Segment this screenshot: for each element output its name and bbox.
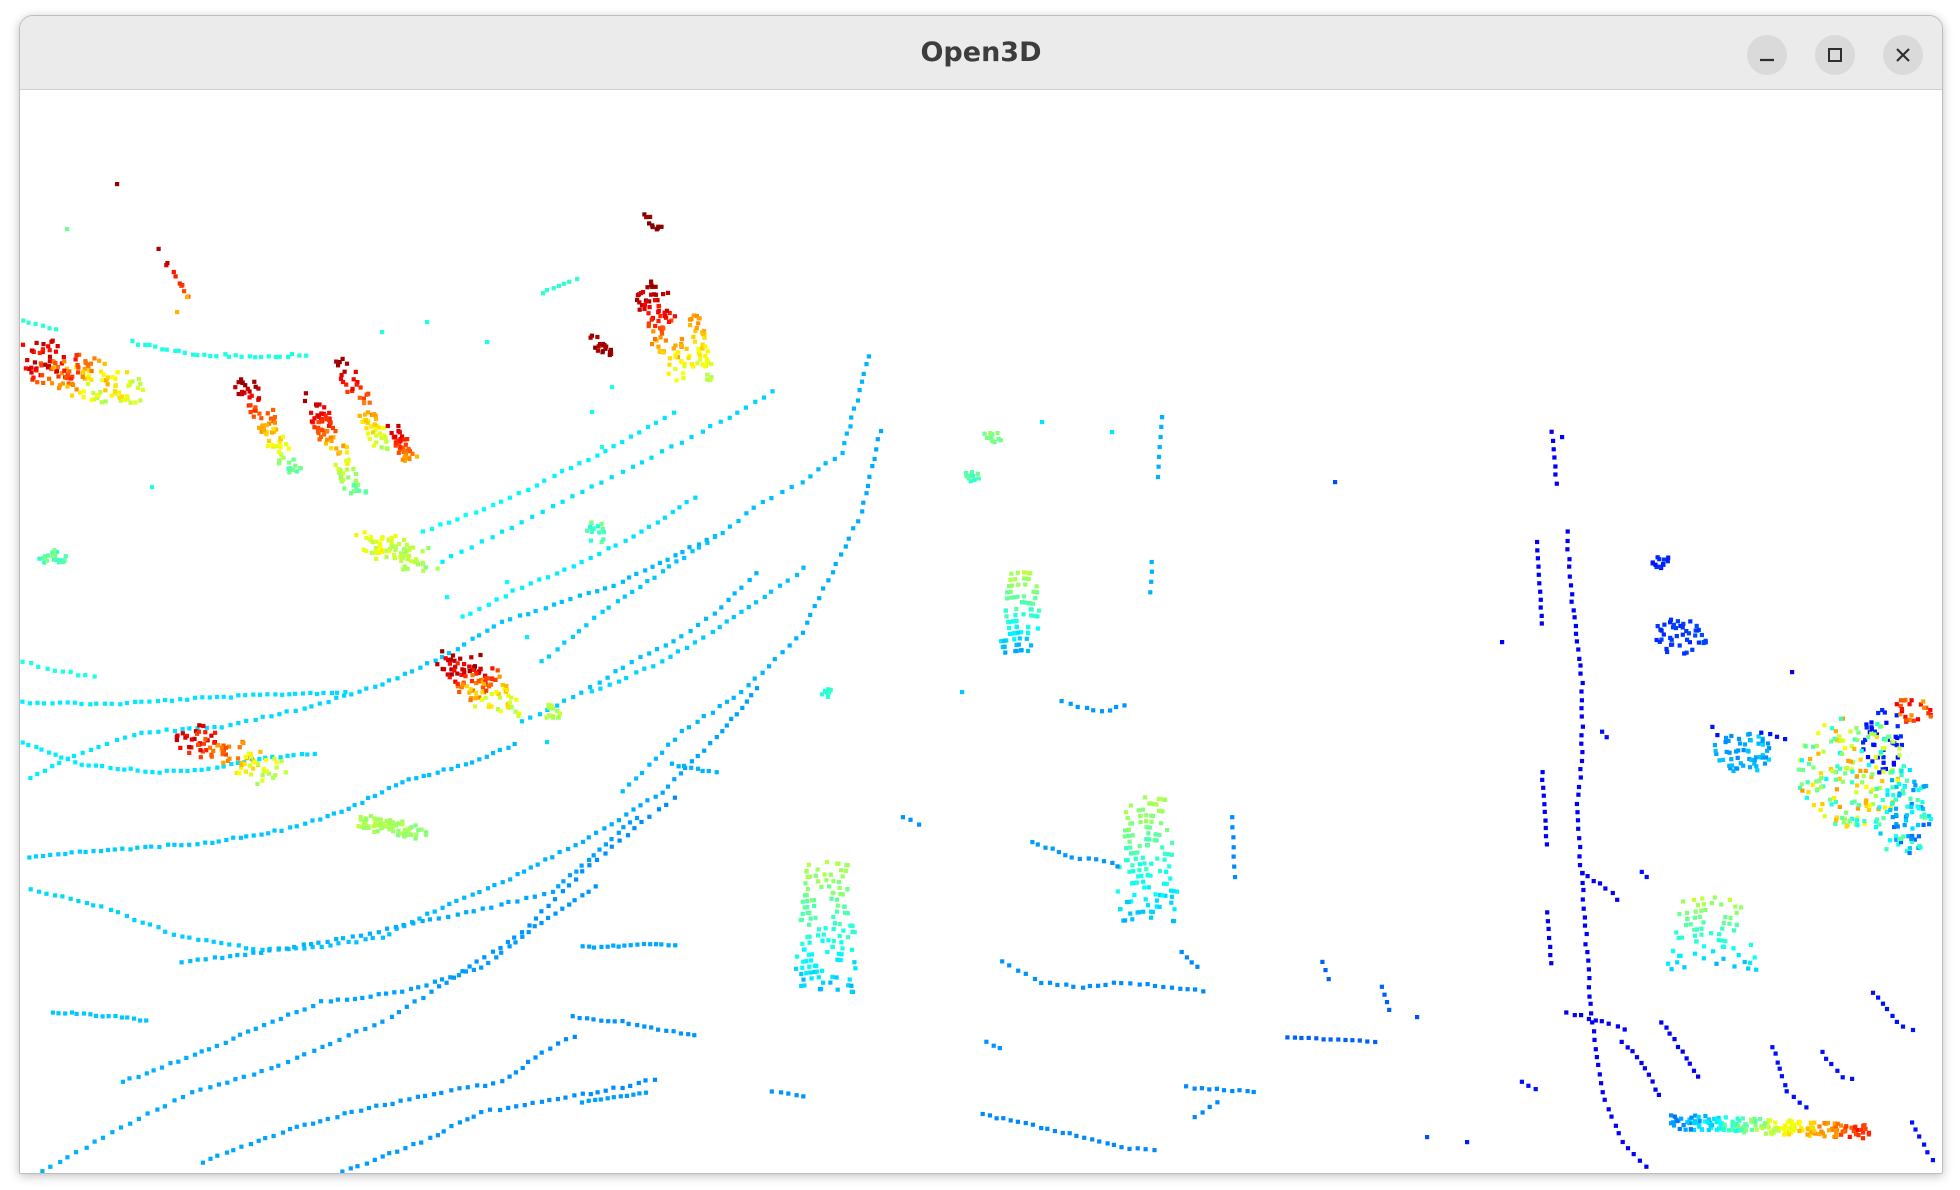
open3d-window: Open3D <box>19 15 1943 1174</box>
close-icon <box>1896 48 1910 62</box>
maximize-button[interactable] <box>1815 35 1855 75</box>
minimize-button[interactable] <box>1747 35 1787 75</box>
point-cloud-viewport[interactable] <box>20 90 1942 1173</box>
maximize-icon <box>1828 48 1842 62</box>
point-cloud-render <box>20 182 1935 1173</box>
title-bar[interactable]: Open3D <box>20 16 1942 90</box>
window-title: Open3D <box>920 37 1042 68</box>
minimize-icon <box>1760 58 1774 62</box>
close-button[interactable] <box>1883 35 1923 75</box>
